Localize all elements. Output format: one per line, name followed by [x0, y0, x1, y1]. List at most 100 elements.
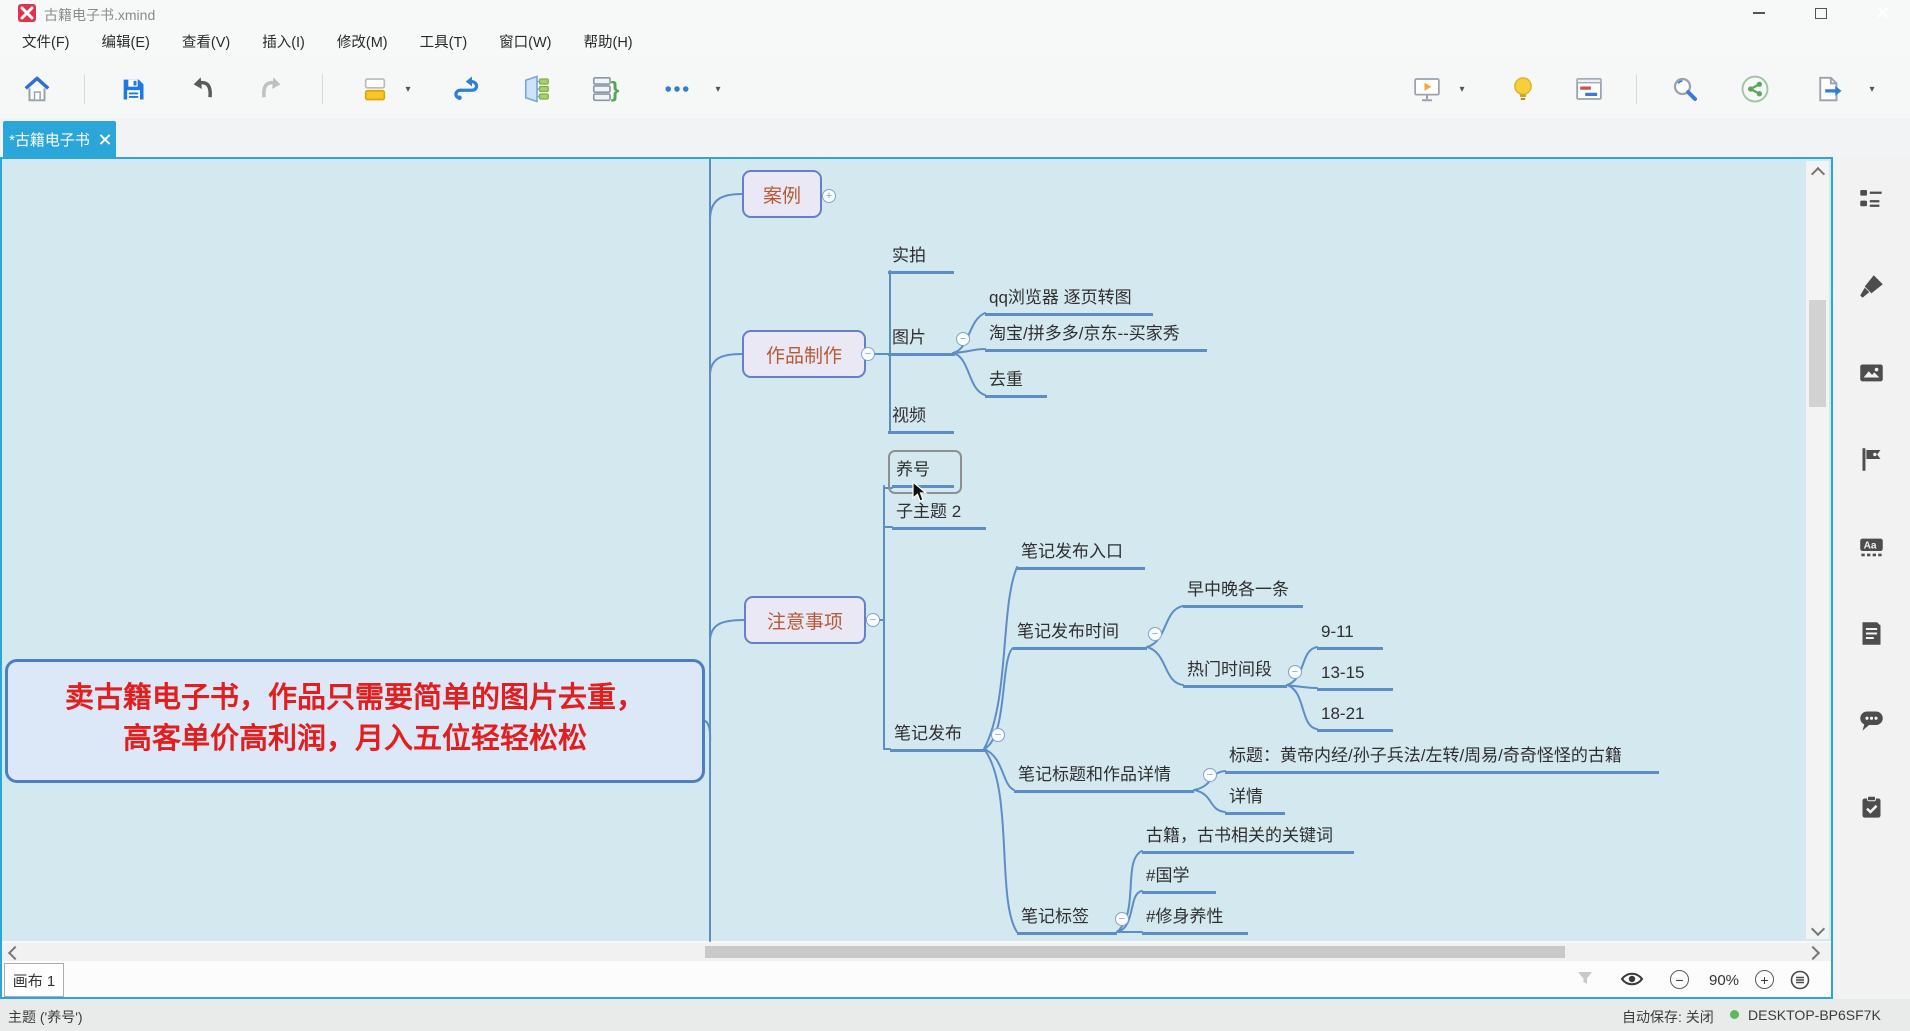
collapse-toggle-biji-fabu[interactable]: − [991, 728, 1005, 742]
sidebar-button-format[interactable] [1858, 273, 1885, 300]
maximize-icon [1815, 8, 1827, 19]
collapse-toggle-fabu-shijian[interactable]: − [1148, 627, 1162, 641]
search-icon [1670, 74, 1700, 104]
save-button[interactable] [114, 72, 152, 106]
topic-guoxue[interactable]: #国学 [1142, 864, 1216, 894]
mouse-cursor-icon [912, 481, 932, 503]
sidebar-button-tasks[interactable] [1858, 794, 1885, 821]
mindmap-canvas[interactable] [2, 159, 1831, 941]
topic-zhuyi[interactable]: 注意事项 [744, 596, 866, 644]
topic-biji-fabu[interactable]: 笔记发布 [890, 722, 987, 752]
sidebar-button-comments[interactable] [1858, 707, 1885, 734]
topic-style-button[interactable] [356, 72, 394, 106]
maximize-button[interactable] [1794, 0, 1848, 26]
preview-button[interactable] [1620, 969, 1644, 989]
export-button[interactable] [1810, 72, 1848, 106]
topic-root[interactable]: 卖古籍电子书，作品只需要简单的图片去重， 高客单价高利润，月入五位轻轻松松 [5, 659, 705, 783]
gantt-button[interactable] [1570, 72, 1608, 106]
menu-modify[interactable]: 修改(M) [325, 27, 400, 56]
more-tools-button[interactable] [658, 72, 696, 106]
connection-dot-icon [1730, 1010, 1739, 1019]
presentation-caret[interactable]: ▾ [1452, 72, 1472, 106]
topic-qq[interactable]: qq浏览器 逐页转图 [985, 286, 1153, 316]
menu-window[interactable]: 窗口(W) [487, 27, 563, 56]
svg-text:Aa: Aa [1864, 541, 1877, 552]
chevron-down-icon: ▾ [1459, 84, 1464, 95]
topic-zaozhongwan[interactable]: 早中晚各一条 [1183, 578, 1303, 608]
document-tab[interactable]: *古籍电子书 [3, 121, 116, 157]
collapse-toggle-tupian[interactable]: − [956, 332, 970, 346]
topic-zizhuti2[interactable]: 子主题 2 [892, 500, 986, 530]
topic-xiangqing[interactable]: 详情 [1225, 785, 1285, 815]
collapse-toggle-remen[interactable]: − [1288, 665, 1302, 679]
save-icon [119, 75, 147, 103]
topic-zuopin[interactable]: 作品制作 [742, 330, 866, 378]
horizontal-scrollbar-thumb[interactable] [705, 946, 1565, 958]
image-icon [1858, 360, 1885, 387]
topic-quchong[interactable]: 去重 [985, 368, 1047, 398]
device-name: DESKTOP-BP6SF7K [1748, 1007, 1881, 1023]
note-icon [1858, 620, 1885, 647]
undo-button[interactable] [184, 72, 222, 106]
tab-close-icon[interactable] [99, 134, 110, 145]
topic-fabu-rukou[interactable]: 笔记发布入口 [1017, 540, 1145, 570]
menu-tools[interactable]: 工具(T) [408, 27, 480, 56]
more-tools-caret[interactable]: ▾ [708, 72, 728, 106]
topic-style-caret[interactable]: ▾ [398, 72, 418, 106]
topic-biaoti-xiangqing[interactable]: 笔记标题和作品详情 [1014, 763, 1194, 793]
idea-button[interactable] [1504, 72, 1542, 106]
lightbulb-icon [1509, 75, 1537, 103]
menu-file[interactable]: 文件(F) [10, 27, 82, 56]
structure-button[interactable] [518, 72, 556, 106]
sidebar-button-notes[interactable] [1858, 620, 1885, 647]
topic-guanjianci[interactable]: 古籍，古书相关的关键词 [1142, 824, 1354, 854]
topic-18-21[interactable]: 18-21 [1317, 702, 1393, 732]
export-caret[interactable]: ▾ [1862, 72, 1882, 106]
zoom-in-button[interactable]: + [1755, 970, 1774, 989]
redo-button[interactable] [252, 72, 290, 106]
topic-taobao[interactable]: 淘宝/拼多多/京东--买家秀 [985, 322, 1207, 352]
vertical-scrollbar-thumb[interactable] [1809, 300, 1826, 407]
topic-fabu-shijian[interactable]: 笔记发布时间 [1013, 620, 1147, 650]
comment-icon [1858, 707, 1885, 734]
topic-shipin[interactable]: 视频 [888, 404, 954, 434]
close-button[interactable] [1856, 0, 1910, 26]
topic-13-15[interactable]: 13-15 [1317, 661, 1393, 691]
topic-tupian[interactable]: 图片 [888, 326, 955, 356]
toolbar-separator [322, 74, 323, 104]
topic-9-11[interactable]: 9-11 [1317, 620, 1383, 650]
menu-help[interactable]: 帮助(H) [572, 27, 645, 56]
sidebar-button-structure[interactable] [1858, 186, 1885, 213]
collapse-toggle-biaoti-xiangqing[interactable]: − [1203, 768, 1217, 782]
chevron-down-icon: ▾ [715, 84, 720, 95]
outline-button[interactable]: } [586, 72, 624, 106]
zoom-out-button[interactable]: − [1670, 970, 1689, 989]
menu-insert[interactable]: 插入(I) [250, 27, 317, 56]
sheet-tab-canvas1[interactable]: 画布 1 [4, 963, 64, 997]
minimize-button[interactable] [1732, 0, 1786, 26]
collapse-toggle-zuopin[interactable]: − [861, 347, 875, 361]
topic-shipai[interactable]: 实拍 [888, 244, 954, 274]
sidebar-button-marker[interactable] [1858, 446, 1885, 473]
search-button[interactable] [1666, 72, 1704, 106]
presentation-button[interactable] [1408, 72, 1446, 106]
menu-view[interactable]: 查看(V) [170, 27, 242, 56]
filter-button[interactable] [1576, 970, 1594, 988]
relationship-button[interactable] [448, 72, 486, 106]
topic-remen[interactable]: 热门时间段 [1183, 658, 1287, 688]
topic-biji-biaoqian[interactable]: 笔记标签 [1017, 905, 1117, 935]
overview-button[interactable] [1790, 970, 1810, 990]
topic-biaoti[interactable]: 标题：黄帝内经/孙子兵法/左转/周易/奇奇怪怪的古籍 [1225, 744, 1659, 774]
sidebar-button-image[interactable] [1858, 360, 1885, 387]
sidebar-button-label[interactable]: Aa [1858, 533, 1885, 560]
topic-xiushen[interactable]: #修身养性 [1142, 905, 1248, 935]
vertical-scrollbar[interactable] [1806, 161, 1829, 939]
topic-anli[interactable]: 案例 [742, 170, 822, 218]
share-button[interactable] [1736, 72, 1774, 106]
collapse-toggle-biji-biaoqian[interactable]: − [1115, 912, 1129, 926]
collapse-toggle-zhuyi[interactable]: − [866, 613, 880, 627]
collapse-toggle-anli[interactable]: + [822, 189, 836, 203]
toolbar-separator [84, 74, 85, 104]
home-button[interactable] [18, 72, 56, 106]
menu-edit[interactable]: 编辑(E) [90, 27, 162, 56]
